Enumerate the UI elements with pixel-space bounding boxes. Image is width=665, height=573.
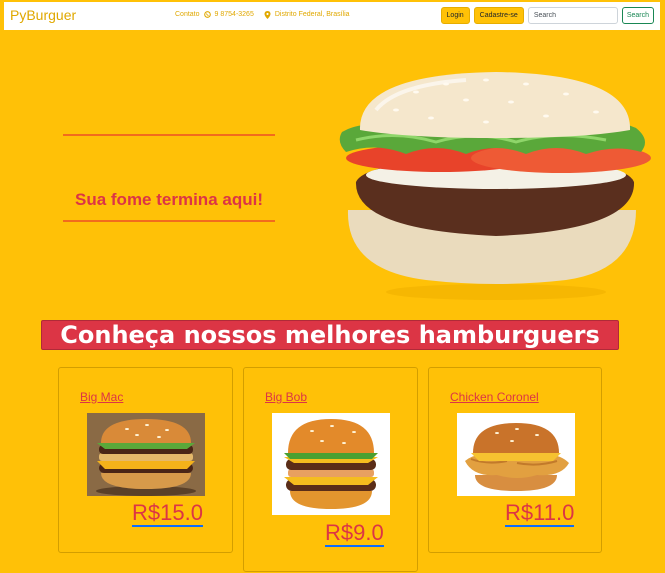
login-button[interactable]: Login bbox=[440, 7, 470, 24]
brand-logo[interactable]: PyBurguer bbox=[10, 7, 76, 23]
hero-divider-bottom bbox=[63, 220, 275, 222]
navbar: PyBurguer Contato 9 8754-3265 Distrito F… bbox=[4, 2, 660, 30]
location-text: Distrito Federal, Brasília bbox=[274, 11, 350, 18]
product-price[interactable]: R$11.0 bbox=[505, 500, 575, 527]
product-image bbox=[87, 413, 205, 496]
product-price[interactable]: R$15.0 bbox=[132, 500, 203, 527]
product-card: Big Bob R$9.0 bbox=[243, 367, 418, 572]
price-text: R$11.0 bbox=[505, 500, 575, 527]
search-button[interactable]: Search bbox=[621, 7, 654, 24]
product-price[interactable]: R$9.0 bbox=[325, 520, 384, 547]
product-name-link[interactable]: Chicken Coronel bbox=[450, 390, 539, 404]
product-card: Chicken Coronel R$11.0 bbox=[428, 367, 602, 553]
contact-label: Contato bbox=[175, 11, 200, 18]
hero-burger-image bbox=[336, 70, 654, 302]
search-input[interactable] bbox=[527, 7, 618, 24]
phone-number: 9 8754-3265 bbox=[214, 11, 254, 18]
location-pin-icon bbox=[264, 11, 271, 19]
contact-info: Contato 9 8754-3265 Distrito Federal, Br… bbox=[175, 11, 350, 19]
hero-slogan: Sua fome termina aqui! bbox=[75, 190, 263, 209]
section-title: Conheça nossos melhores hamburguers bbox=[41, 320, 619, 350]
nav-actions: Login Cadastre-se Search bbox=[440, 7, 654, 24]
product-image bbox=[272, 413, 390, 515]
price-text: R$9.0 bbox=[325, 520, 384, 547]
product-name-link[interactable]: Big Bob bbox=[265, 390, 307, 404]
price-text: R$15.0 bbox=[132, 500, 203, 527]
whatsapp-icon bbox=[203, 11, 211, 18]
product-card: Big Mac R$15.0 bbox=[58, 367, 233, 553]
signup-button[interactable]: Cadastre-se bbox=[473, 7, 524, 24]
hero-divider-top bbox=[63, 134, 275, 136]
product-image bbox=[457, 413, 575, 496]
product-name-link[interactable]: Big Mac bbox=[80, 390, 123, 404]
